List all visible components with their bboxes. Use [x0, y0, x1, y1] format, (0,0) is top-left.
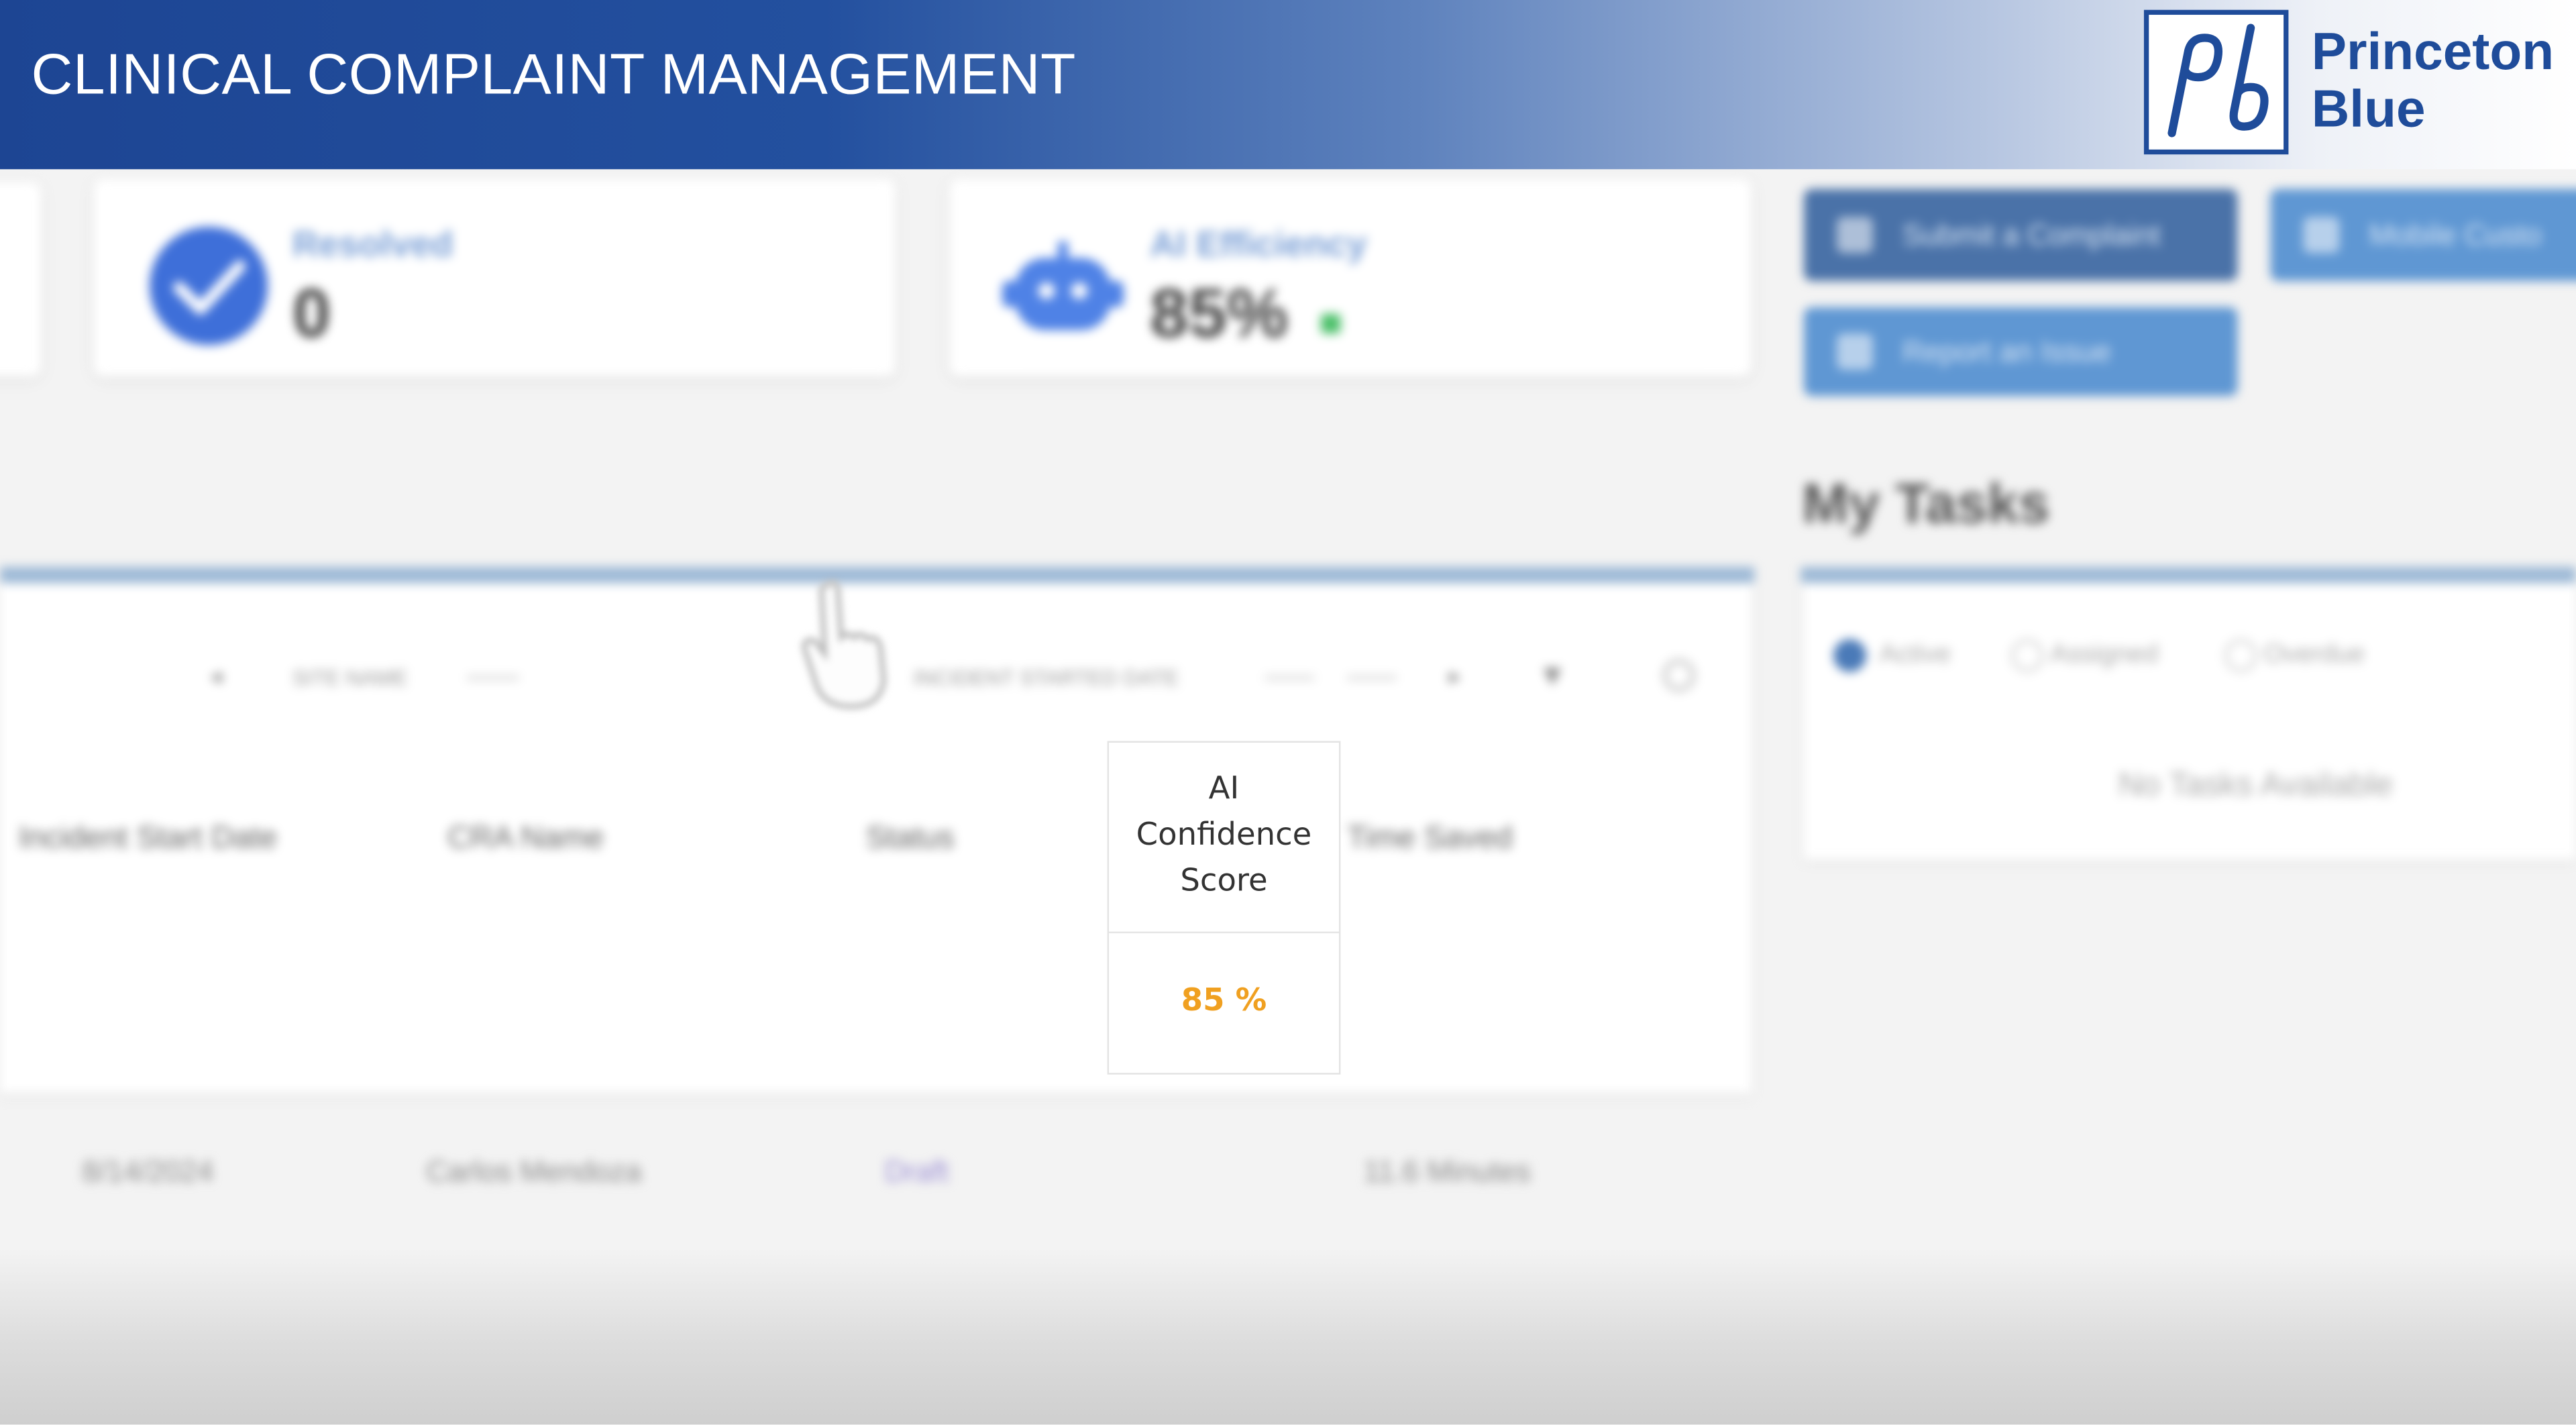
filter-overdue-label[interactable]: Overdue	[2264, 641, 2365, 670]
filter-active-label[interactable]: Active	[1880, 641, 1951, 670]
filter-icon[interactable]: ▼	[1538, 659, 1567, 693]
ai-header-line-2: Confidence	[1136, 816, 1312, 853]
col-header-status[interactable]: Status	[723, 821, 1097, 857]
site-filter-label[interactable]: SITE NAME	[292, 666, 408, 690]
check-circle-icon	[149, 226, 268, 346]
radio-assigned[interactable]	[2010, 639, 2044, 672]
logo-text-line2: Blue	[2311, 78, 2426, 138]
col-header-ai-confidence-score[interactable]: AI Confidence Score	[1108, 766, 1341, 904]
submit-complaint-button[interactable]: Submit a Complaint	[1803, 189, 2238, 281]
report-issue-label: Report an Issue	[1902, 334, 2112, 368]
date-to-input[interactable]	[1347, 675, 1397, 680]
pb-logo-icon	[2167, 23, 2269, 138]
ai-efficiency-value: 85%	[1150, 274, 1289, 352]
report-issue-button[interactable]: Report an Issue	[1803, 307, 2238, 397]
incident-date-filter-label[interactable]: INCIDENT STARTED DATE	[914, 666, 1179, 690]
company-logo	[2143, 9, 2289, 155]
resolved-value: 0	[292, 274, 331, 352]
ai-efficiency-label: AI Efficiency	[1150, 223, 1367, 265]
page-title: CLINICAL COMPLAINT MANAGEMENT	[31, 42, 1076, 107]
ai-column-divider	[1109, 931, 1339, 934]
cell-time-saved: 11.6 Minutes	[1363, 1155, 1531, 1188]
screen: CLINICAL COMPLAINT MANAGEMENT Princeton …	[0, 0, 2576, 1425]
logo-text-line1: Princeton	[2311, 21, 2555, 81]
stat-card-partial	[0, 182, 42, 376]
col-header-incident-start-date[interactable]: Incident Start Date	[0, 821, 329, 857]
bottom-fade	[0, 1249, 2576, 1425]
site-filter-input[interactable]	[466, 675, 519, 680]
submit-complaint-label: Submit a Complaint	[1902, 217, 2161, 251]
col-header-cra-name[interactable]: CRA Name	[345, 821, 706, 857]
mobile-icon	[2303, 217, 2340, 254]
refresh-icon[interactable]	[1662, 659, 1696, 692]
document-icon	[1836, 217, 1873, 254]
cell-incident-start-date: 8/14/2024	[82, 1155, 214, 1188]
hand-cursor-icon	[798, 578, 897, 713]
resolved-label: Resolved	[292, 223, 453, 265]
ai-header-line-3: Score	[1180, 862, 1268, 899]
my-tasks-title: My Tasks	[1802, 473, 2050, 536]
ai-header-line-1: AI	[1208, 770, 1240, 807]
radio-active[interactable]	[1833, 639, 1867, 672]
date-from-input[interactable]	[1265, 675, 1315, 680]
cell-cra-name: Carlos Mendoza	[426, 1155, 642, 1188]
col-header-time-saved[interactable]: Time Saved	[1347, 821, 1569, 857]
radio-overdue[interactable]	[2224, 639, 2257, 672]
cell-status[interactable]: Draft	[723, 1155, 1111, 1190]
stat-card-ai-efficiency[interactable]: AI Efficiency 85%	[949, 178, 1752, 376]
mobile-label: Mobile Custo	[2369, 217, 2542, 251]
my-tasks-panel: Active Assigned Overdue No Tasks Availab…	[1803, 583, 2576, 859]
row-divider	[0, 1096, 1752, 1098]
no-tasks-text: No Tasks Available	[2118, 767, 2394, 804]
robot-icon	[999, 242, 1127, 340]
stat-card-resolved[interactable]: Resolved 0	[93, 178, 896, 376]
site-chevron-icon[interactable]: ◂	[210, 662, 221, 690]
cell-ai-confidence-score: 85 %	[1181, 982, 1267, 1019]
filter-assigned-label[interactable]: Assigned	[2050, 641, 2158, 670]
date-chevron-icon[interactable]: ▸	[1449, 662, 1460, 690]
up-arrow-icon	[1320, 313, 1341, 334]
tasks-top-border	[1801, 566, 2576, 584]
flag-icon	[1836, 333, 1873, 370]
mobile-button[interactable]: Mobile Custo	[2270, 189, 2576, 281]
